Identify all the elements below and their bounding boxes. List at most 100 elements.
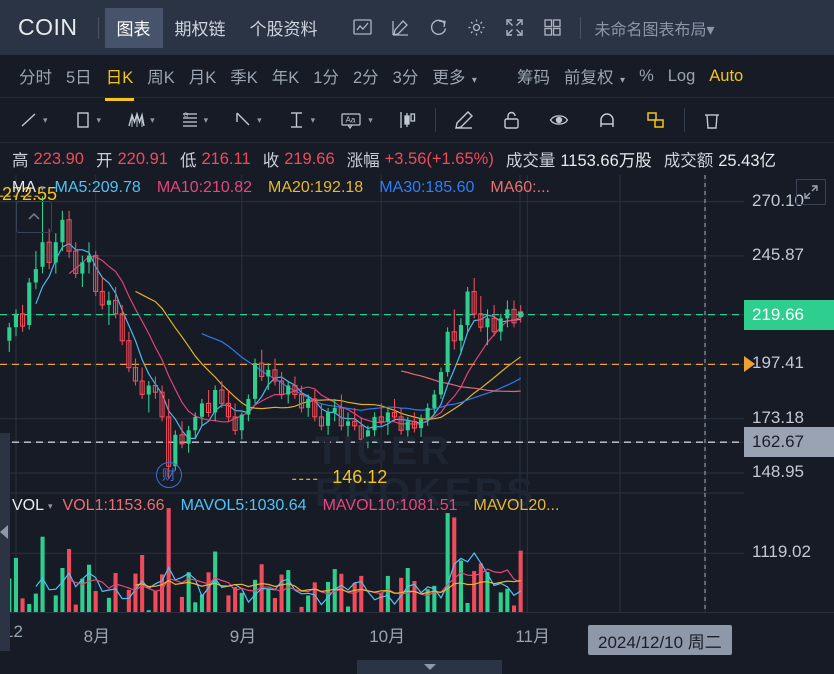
draw-edit-icon[interactable] [384,11,418,45]
chevron-down-icon-panel [424,664,436,670]
price-tick-1: 245.87 [752,245,804,265]
period-5day[interactable]: 5日 [59,62,99,90]
svg-text:G: G [183,113,188,119]
volume-tick-0: 1119.02 [752,542,811,562]
fullscreen-icon[interactable] [498,11,532,45]
grid-layout-icon[interactable] [536,11,570,45]
volume-label: 成交量 [506,147,556,171]
high-value: 223.90 [34,150,84,169]
turnover-value: 25.43亿 [718,147,776,171]
tab-option-chain[interactable]: 期权链 [163,8,238,48]
sync-layers-icon[interactable] [640,109,672,131]
close-label: 收 [263,147,280,171]
current-price-badge: 219.66 [744,300,834,330]
text-annotation-tool[interactable]: Aa ▾ [335,109,377,131]
toolbar-divider [435,108,436,132]
date-tooltip: 2024/12/10 周二 [588,625,732,655]
low-label: 低 [180,147,197,171]
quote-bar: 高 223.90 开 220.91 低 216.11 收 219.66 涨幅 +… [0,143,834,175]
arrow-tool[interactable]: ▾ [228,109,266,131]
toolbar-divider-2 [684,108,685,132]
collapse-left-arrow-icon[interactable] [0,525,8,539]
time-tick-3: 10月 [369,622,405,647]
open-value: 220.91 [117,150,167,169]
divider [98,17,99,39]
gear-icon[interactable] [460,11,494,45]
refresh-icon[interactable] [422,11,456,45]
drawing-toolbar: ▾ ▾ ▾ G ▾ ▾ [0,98,834,143]
marker-price-badge: 162.67 [744,427,834,457]
log-scale-button[interactable]: Log [661,65,703,88]
period-more-label: 更多 [432,69,465,87]
change-value: +3.56(+1.65%) [385,150,494,169]
chevron-down-icon: ▾ [472,75,477,86]
chevron-down-icon-2: ▾ [620,75,625,86]
turnover-label: 成交额 [664,147,714,171]
earnings-marker-icon[interactable]: 财 [156,462,182,488]
time-tick-1: 8月 [84,622,110,647]
time-tick-2: 9月 [230,622,256,647]
trendline-tool[interactable]: ▾ [14,109,52,131]
period-more[interactable]: 更多 ▾ [425,62,484,90]
price-tick-4: 173.18 [752,408,804,428]
chart-area[interactable]: TIGER BROKERS MA ▾ MA5:209.78 MA10:210.8… [0,175,834,674]
period-quarterly[interactable]: 季K [223,62,265,90]
adjust-type-selector[interactable]: 前复权 ▾ [557,62,632,90]
lock-icon[interactable] [496,109,528,131]
tab-charts[interactable]: 图表 [105,8,163,48]
period-weekly[interactable]: 周K [140,62,182,90]
chevron-down-icon: ▾ [368,115,373,126]
chips-button[interactable]: 筹码 [510,62,557,90]
left-pane-resizer[interactable] [0,433,10,651]
high-label: 高 [12,147,29,171]
period-daily[interactable]: 日K [99,62,141,90]
chart-layout-selector[interactable]: 未命名图表布局▾ [595,16,715,40]
chevron-down-icon: ▾ [150,115,155,126]
auto-scale-button[interactable]: Auto [702,65,750,88]
period-bar: 分时 5日 日K 周K 月K 季K 年K 1分 2分 3分 更多 ▾ 筹码 前复… [0,55,834,98]
price-panel[interactable] [0,175,744,493]
fib-levels-tool[interactable]: G ▾ [175,109,213,131]
period-monthly[interactable]: 月K [182,62,224,90]
symbol-title: COIN [10,14,92,41]
adjust-type-label: 前复权 [564,69,614,87]
price-plot [0,175,744,493]
trading-chart-app: COIN 图表 期权链 个股资料 [0,0,834,674]
top-icon-group [346,11,570,45]
collapse-panel-button[interactable] [16,201,52,233]
price-tick-6: 148.95 [752,462,804,482]
eye-icon[interactable] [544,109,576,131]
tab-stock-info[interactable]: 个股资料 [238,8,330,48]
chevron-down-icon: ▾ [97,115,102,126]
pitchfork-tool[interactable]: ▾ [121,109,159,131]
period-2min[interactable]: 2分 [346,62,386,90]
chevron-down-icon: ▾ [257,115,262,126]
price-tick-3: 197.41 [752,353,804,373]
time-tick-4: 11月 [515,622,550,647]
svg-text:Aa: Aa [346,116,356,125]
low-price-annotation: 146.12 [332,467,387,488]
divider-2 [580,17,581,39]
period-1min[interactable]: 1分 [306,62,346,90]
chevron-down-icon: ▾ [311,115,316,126]
chevron-down-icon: ▾ [43,115,48,126]
expand-price-panel-button[interactable] [796,179,826,205]
chevron-down-icon: ▾ [204,115,209,126]
candle-pattern-tool[interactable] [393,109,423,131]
top-bar: COIN 图表 期权链 个股资料 [0,0,834,55]
volume-value: 1153.66万股 [560,147,651,171]
chart-snapshot-icon[interactable] [346,11,380,45]
low-value: 216.11 [201,150,250,169]
magnet-icon[interactable] [592,109,624,131]
close-value: 219.66 [284,150,334,169]
period-intraday[interactable]: 分时 [12,62,59,90]
measure-tool[interactable]: ▾ [282,109,320,131]
trash-icon[interactable] [697,109,729,131]
percent-scale-button[interactable]: % [632,65,661,88]
pen-tool[interactable] [448,109,480,131]
rectangle-tool[interactable]: ▾ [68,109,106,131]
period-3min[interactable]: 3分 [386,62,426,90]
period-yearly[interactable]: 年K [265,62,307,90]
price-axis[interactable]: 270.10 245.87 219.66 197.41 173.18 162.6… [744,175,834,674]
bottom-panel-handle[interactable] [357,660,502,674]
